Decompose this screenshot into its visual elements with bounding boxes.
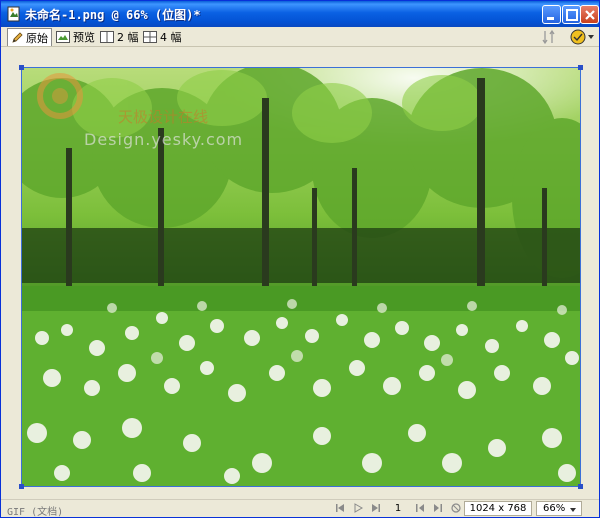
canvas-area[interactable]: 天极设计在线 Design.yesky.com [1,47,599,499]
onion-skin-button[interactable] [569,28,595,46]
document-icon [6,6,22,22]
minimize-button[interactable] [542,5,561,24]
frame-number: 1 [394,503,402,514]
pencil-icon [12,31,23,43]
first-frame-button[interactable] [334,502,346,514]
view-toolbar: 原始 预览 2 幅 4 幅 [1,27,599,47]
status-bar: GIF (文档) 1 1024 x 768 66% [1,499,599,518]
tab-label: 4 幅 [160,31,182,44]
watermark-logo [37,73,83,119]
stop-icon [451,503,461,513]
first-frame-icon [336,504,344,512]
tab-original[interactable]: 原始 [7,28,52,46]
prev-frame-icon [416,504,424,512]
chevron-down-icon [570,508,576,512]
play-button[interactable] [352,502,364,514]
minimize-icon [547,17,554,20]
two-up-icon [100,31,114,43]
title-bar[interactable]: 未命名-1.png @ 66% (位图)* [1,1,599,27]
window-title: 未命名-1.png @ 66% (位图)* [25,8,201,22]
close-icon [585,10,595,20]
maximize-button[interactable] [562,5,581,24]
tab-label: 原始 [26,31,48,45]
image-dimensions: 1024 x 768 [464,501,532,516]
watermark-text-url: Design.yesky.com [84,130,244,149]
selection-handle[interactable] [578,484,583,489]
selection-handle[interactable] [578,65,583,70]
onion-skin-icon [570,29,594,45]
tab-4up[interactable]: 4 幅 [140,28,185,46]
sort-button[interactable] [541,28,557,46]
selection-handle[interactable] [19,65,24,70]
tab-label: 2 幅 [117,31,139,44]
tab-label: 预览 [73,31,95,44]
document-format: GIF (文档) [7,507,64,518]
tab-preview[interactable]: 预览 [53,28,98,46]
app-window: 未命名-1.png @ 66% (位图)* 原始 预览 2 幅 4 幅 天极设计… [0,0,600,518]
next-frame-button[interactable] [432,502,444,514]
play-icon [354,503,364,513]
last-frame-icon [372,504,380,512]
zoom-value: 66% [543,503,566,514]
zoom-select[interactable]: 66% [536,501,582,516]
four-up-icon [143,31,157,43]
document-image[interactable]: 天极设计在线 Design.yesky.com [21,67,581,487]
watermark-text-cn: 天极设计在线 [118,108,209,126]
last-frame-button[interactable] [370,502,382,514]
sort-icon [542,29,555,45]
next-frame-icon [434,504,442,512]
preview-icon [56,31,70,43]
prev-frame-button[interactable] [414,502,426,514]
close-button[interactable] [580,5,599,24]
stop-button[interactable] [450,502,462,514]
tab-2up[interactable]: 2 幅 [97,28,142,46]
selection-handle[interactable] [19,484,24,489]
